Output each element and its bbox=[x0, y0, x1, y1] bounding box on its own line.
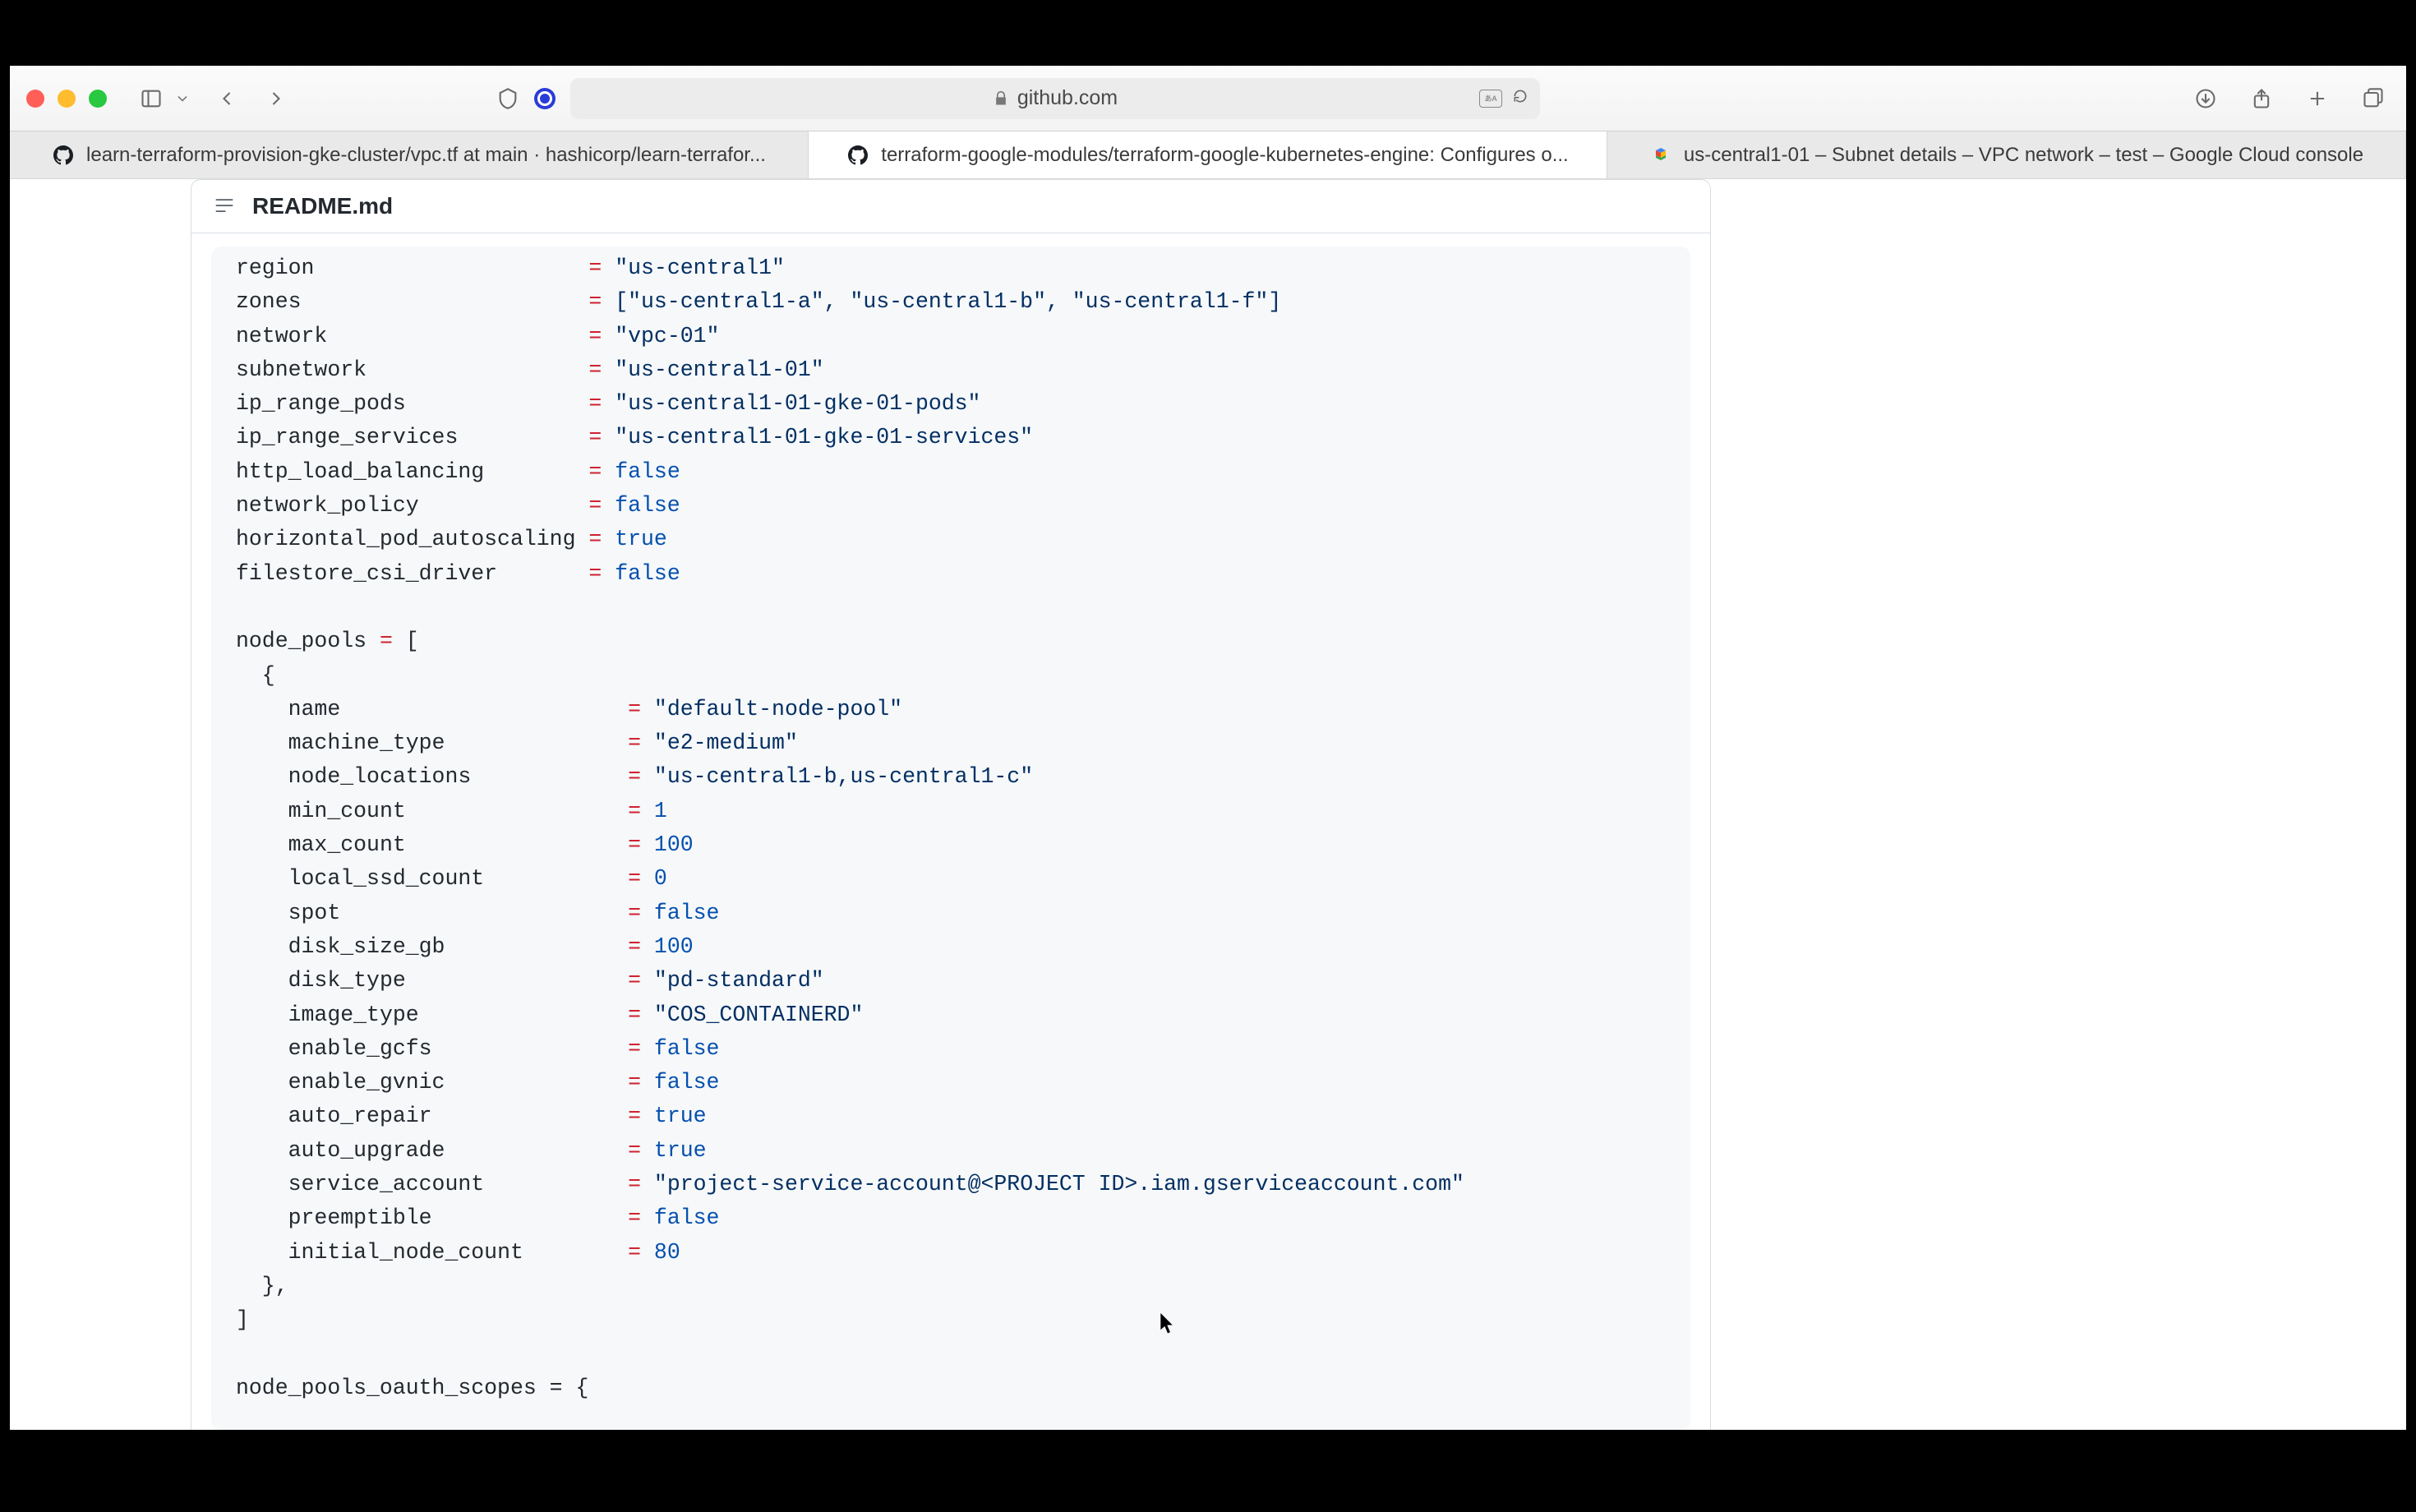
url-host: github.com bbox=[1017, 86, 1118, 110]
extension-icon[interactable] bbox=[534, 88, 556, 109]
readme-header: README.md bbox=[191, 180, 1710, 233]
gcp-icon bbox=[1649, 144, 1672, 167]
page-content: README.md region = "us-central1" zones =… bbox=[10, 179, 2406, 1430]
back-button[interactable] bbox=[210, 84, 243, 113]
tab-group-menu[interactable] bbox=[174, 84, 191, 113]
readme-filename: README.md bbox=[252, 193, 393, 219]
sidebar-toggle-button[interactable] bbox=[135, 84, 168, 113]
browser-tab-2[interactable]: us-central1-01 – Subnet details – VPC ne… bbox=[1607, 131, 2406, 178]
tab-overview-button[interactable] bbox=[2357, 84, 2390, 113]
new-tab-button[interactable] bbox=[2301, 84, 2334, 113]
maximize-window-button[interactable] bbox=[89, 90, 107, 108]
browser-tab-0[interactable]: learn-terraform-provision-gke-cluster/vp… bbox=[10, 131, 809, 178]
github-icon bbox=[846, 144, 869, 167]
github-icon bbox=[52, 144, 75, 167]
share-button[interactable] bbox=[2245, 84, 2278, 113]
minimize-window-button[interactable] bbox=[58, 90, 76, 108]
privacy-shield-icon[interactable] bbox=[496, 87, 519, 110]
forward-button[interactable] bbox=[260, 84, 293, 113]
terraform-code-block[interactable]: region = "us-central1" zones = ["us-cent… bbox=[211, 247, 1690, 1430]
reload-button[interactable] bbox=[1512, 86, 1528, 110]
readme-container: README.md region = "us-central1" zones =… bbox=[191, 179, 1711, 1430]
tab-bar: learn-terraform-provision-gke-cluster/vp… bbox=[10, 131, 2406, 179]
close-window-button[interactable] bbox=[26, 90, 44, 108]
lock-icon bbox=[993, 90, 1009, 107]
address-bar[interactable]: github.com あA bbox=[570, 78, 1540, 119]
translate-button[interactable]: あA bbox=[1479, 90, 1502, 108]
downloads-button[interactable] bbox=[2189, 84, 2222, 113]
browser-toolbar: github.com あA bbox=[10, 66, 2406, 131]
toc-icon[interactable] bbox=[213, 195, 236, 218]
window-controls bbox=[26, 90, 107, 108]
svg-text:あA: あA bbox=[1485, 94, 1497, 103]
browser-tab-1[interactable]: terraform-google-modules/terraform-googl… bbox=[809, 131, 1607, 178]
